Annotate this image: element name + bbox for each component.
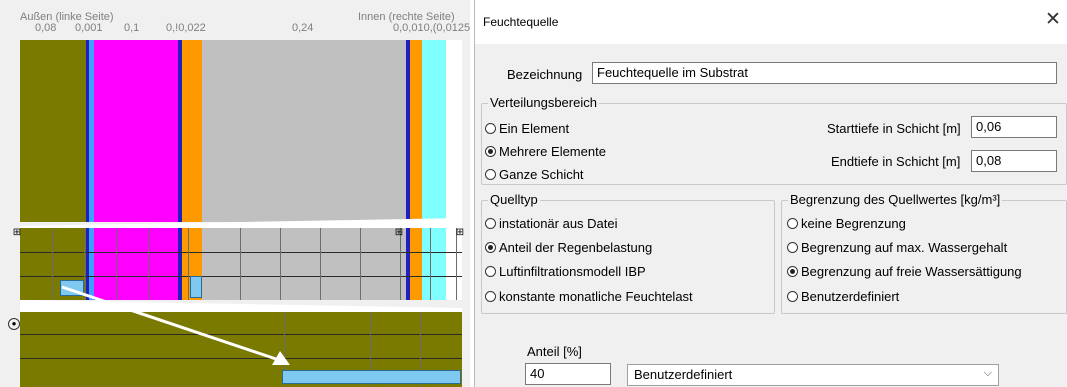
layer-plaster[interactable] xyxy=(422,40,446,222)
radio-mehrere-elemente[interactable]: Mehrere Elemente xyxy=(485,144,606,159)
dropdown-value: Benutzerdefiniert xyxy=(634,367,733,382)
radio-instationaer[interactable]: instationär aus Datei xyxy=(485,216,618,231)
layer-substrate[interactable] xyxy=(20,40,86,222)
starttiefe-label: Starttiefe in Schicht [m] xyxy=(827,121,961,136)
radio-button-icon[interactable] xyxy=(485,123,496,134)
layer-insulation[interactable] xyxy=(94,40,178,222)
radio-button-icon[interactable] xyxy=(787,266,798,277)
radio-button-icon[interactable] xyxy=(787,218,798,229)
layer-concrete[interactable] xyxy=(202,40,406,222)
radio-benutzerdefiniert[interactable]: Benutzerdefiniert xyxy=(787,289,899,304)
thickness-label: 0,0,010,(0,0125 xyxy=(393,22,471,34)
radio-keine-begrenzung[interactable]: keine Begrenzung xyxy=(787,216,906,231)
starttiefe-field[interactable]: 0,06 xyxy=(971,116,1057,138)
radio-button-icon[interactable] xyxy=(485,242,496,253)
endtiefe-label: Endtiefe in Schicht [m] xyxy=(831,154,961,169)
radio-freie-wassersaettigung[interactable]: Begrenzung auf freie Wassersättigung xyxy=(787,264,1022,279)
moisture-source-dialog: Feuchtequelle ✕ Bezeichnung Feuchtequell… xyxy=(474,0,1067,387)
group-title: Quelltyp xyxy=(488,192,540,207)
monitor-icon[interactable]: ⊞ xyxy=(392,227,406,239)
radio-button-icon[interactable] xyxy=(787,291,798,302)
zoom-arrow xyxy=(61,285,290,365)
radio-button-icon[interactable] xyxy=(787,242,798,253)
thickness-label: 0,001 xyxy=(75,22,103,34)
radio-button-icon[interactable] xyxy=(485,266,496,277)
dialog-titlebar: Feuchtequelle ✕ xyxy=(475,0,1067,44)
thickness-label: 0,08 xyxy=(35,22,57,34)
radio-ganze-schicht[interactable]: Ganze Schicht xyxy=(485,167,584,182)
bezeichnung-label: Bezeichnung xyxy=(507,67,583,82)
anteil-field[interactable]: 40 xyxy=(525,363,611,385)
dialog-title: Feuchtequelle xyxy=(483,15,559,29)
thickness-label: 0,1 xyxy=(124,22,140,34)
bezeichnung-field[interactable]: Feuchtequelle im Substrat xyxy=(592,62,1057,84)
group-title: Verteilungsbereich xyxy=(488,95,599,110)
radio-max-wassergehalt[interactable]: Begrenzung auf max. Wassergehalt xyxy=(787,240,1007,255)
radio-konstante-feuchtelast[interactable]: konstante monatliche Feuchtelast xyxy=(485,289,693,304)
radio-button-icon[interactable] xyxy=(485,169,496,180)
layer-board[interactable] xyxy=(410,40,422,222)
anteil-mode-dropdown[interactable]: Benutzerdefiniert ⌵ xyxy=(627,364,999,386)
construction-view: Außen (linke Seite) Innen (rechte Seite)… xyxy=(0,0,470,387)
chevron-down-icon[interactable]: ⌵ xyxy=(984,367,992,380)
radio-button-icon[interactable] xyxy=(485,291,496,302)
radio-button-icon[interactable] xyxy=(485,146,496,157)
radio-ein-element[interactable]: Ein Element xyxy=(485,121,569,136)
anteil-label: Anteil [%] xyxy=(527,344,582,359)
monitor-icon[interactable]: ⊞ xyxy=(10,227,24,239)
layer-board[interactable] xyxy=(182,40,202,222)
radio-luftinfiltration[interactable]: Luftinfiltrationsmodell IBP xyxy=(485,264,646,279)
radio-button-icon[interactable] xyxy=(485,218,496,229)
layer-section[interactable] xyxy=(20,40,462,222)
monitor-icon[interactable]: ⊞ xyxy=(453,227,467,239)
layer-inner[interactable] xyxy=(446,40,462,222)
close-icon[interactable]: ✕ xyxy=(1043,9,1063,31)
thickness-label: 0,24 xyxy=(292,22,314,34)
moisture-source-zoom-marker[interactable] xyxy=(282,370,461,384)
endtiefe-field[interactable]: 0,08 xyxy=(971,150,1057,172)
zoom-origin-icon[interactable]: ● xyxy=(8,318,20,330)
radio-anteil-regenbelastung[interactable]: Anteil der Regenbelastung xyxy=(485,240,652,255)
group-title: Begrenzung des Quellwertes [kg/m³] xyxy=(788,192,1003,207)
thickness-label: 0,!0,022 xyxy=(166,22,206,34)
